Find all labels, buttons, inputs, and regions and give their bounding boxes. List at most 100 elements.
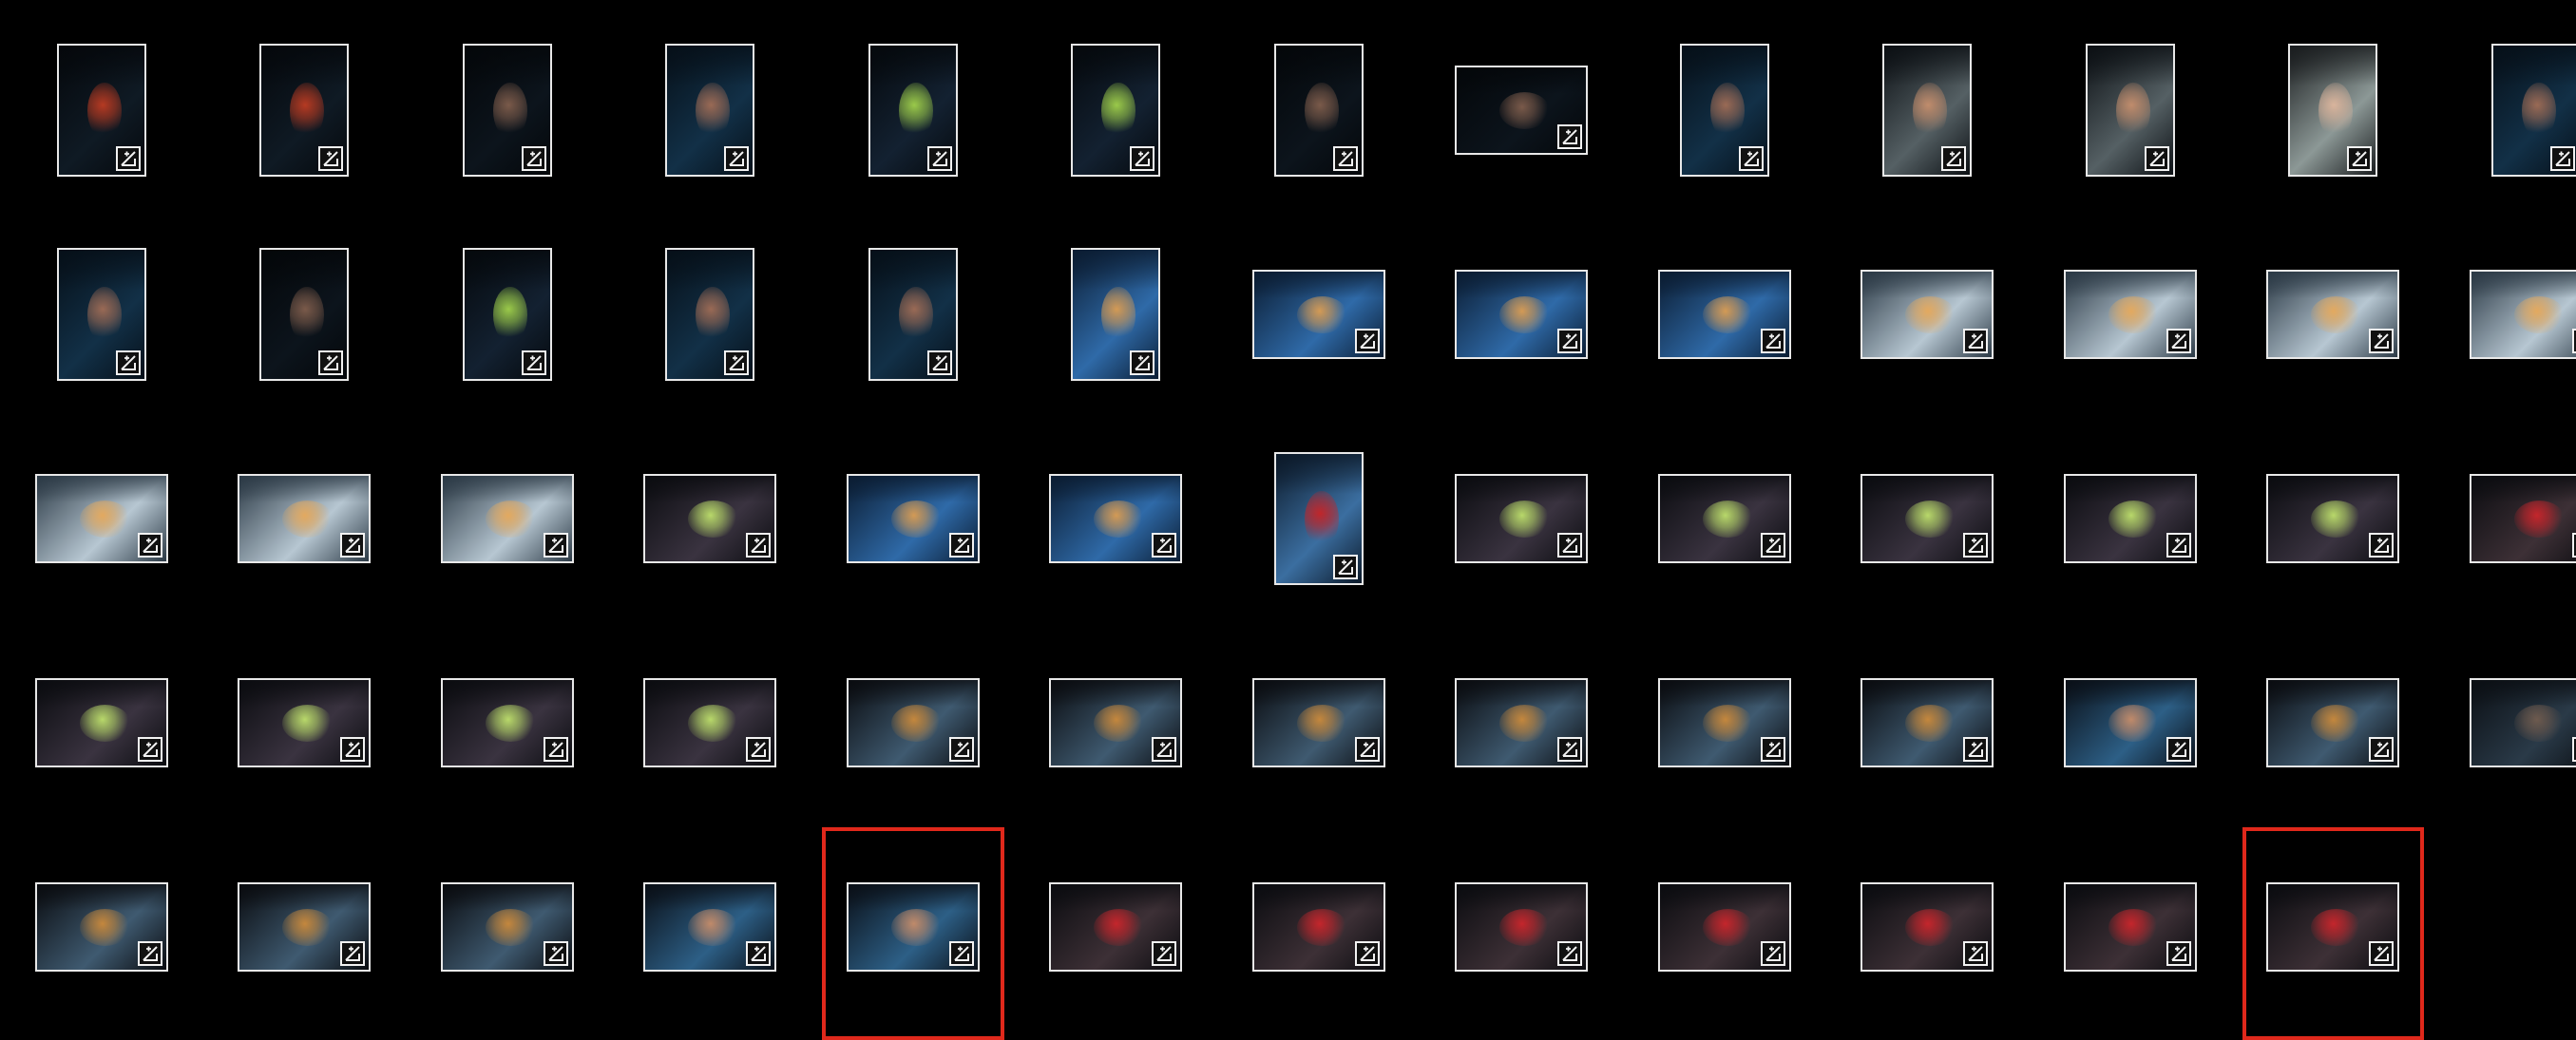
edit-adjust-icon[interactable] [1963, 532, 1989, 558]
edit-adjust-icon[interactable] [137, 532, 162, 558]
edit-adjust-icon[interactable] [1941, 145, 1967, 171]
edit-adjust-icon[interactable] [1738, 145, 1764, 171]
photo-thumbnail[interactable] [1049, 881, 1183, 972]
edit-adjust-icon[interactable] [948, 940, 974, 966]
photo-thumbnail[interactable] [238, 881, 372, 972]
photo-thumbnail[interactable] [643, 881, 777, 972]
edit-adjust-icon[interactable] [340, 940, 366, 966]
photo-thumbnail[interactable] [2469, 473, 2576, 563]
photo-thumbnail[interactable] [1455, 881, 1589, 972]
edit-adjust-icon[interactable] [1760, 328, 1785, 353]
edit-adjust-icon[interactable] [1152, 736, 1177, 762]
photo-thumbnail[interactable] [2490, 43, 2576, 177]
edit-adjust-icon[interactable] [926, 350, 952, 375]
edit-adjust-icon[interactable] [1557, 123, 1583, 149]
edit-adjust-icon[interactable] [1152, 940, 1177, 966]
edit-adjust-icon[interactable] [1760, 532, 1785, 558]
photo-thumbnail[interactable] [846, 473, 980, 563]
edit-adjust-icon[interactable] [115, 145, 141, 171]
photo-thumbnail[interactable] [238, 473, 372, 563]
edit-adjust-icon[interactable] [948, 736, 974, 762]
photo-thumbnail[interactable] [440, 473, 574, 563]
edit-adjust-icon[interactable] [724, 145, 750, 171]
edit-adjust-icon[interactable] [948, 532, 974, 558]
photo-thumbnail[interactable] [2266, 473, 2400, 563]
edit-adjust-icon[interactable] [543, 940, 568, 966]
edit-adjust-icon[interactable] [1557, 940, 1583, 966]
edit-adjust-icon[interactable] [543, 532, 568, 558]
photo-thumbnail[interactable] [2063, 677, 2197, 767]
photo-thumbnail[interactable] [2063, 473, 2197, 563]
photo-thumbnail[interactable] [1049, 473, 1183, 563]
edit-adjust-icon[interactable] [2347, 145, 2373, 171]
photo-thumbnail[interactable] [1657, 881, 1791, 972]
edit-adjust-icon[interactable] [2166, 736, 2191, 762]
photo-thumbnail[interactable] [1860, 677, 1994, 767]
edit-adjust-icon[interactable] [2571, 736, 2576, 762]
edit-adjust-icon[interactable] [746, 736, 772, 762]
photo-thumbnail[interactable] [462, 247, 552, 381]
edit-adjust-icon[interactable] [1963, 328, 1989, 353]
edit-adjust-icon[interactable] [521, 145, 546, 171]
photo-thumbnail[interactable] [34, 881, 168, 972]
edit-adjust-icon[interactable] [746, 532, 772, 558]
edit-adjust-icon[interactable] [2571, 532, 2576, 558]
photo-thumbnail[interactable] [1860, 881, 1994, 972]
photo-thumbnail[interactable] [1455, 65, 1589, 155]
photo-thumbnail[interactable] [1455, 677, 1589, 767]
edit-adjust-icon[interactable] [1963, 736, 1989, 762]
photo-thumbnail[interactable] [665, 43, 755, 177]
photo-thumbnail[interactable] [2266, 881, 2400, 972]
edit-adjust-icon[interactable] [1963, 940, 1989, 966]
photo-thumbnail[interactable] [2469, 269, 2576, 359]
edit-adjust-icon[interactable] [1760, 940, 1785, 966]
photo-thumbnail[interactable] [1657, 473, 1791, 563]
edit-adjust-icon[interactable] [2369, 736, 2395, 762]
edit-adjust-icon[interactable] [2369, 328, 2395, 353]
photo-thumbnail[interactable] [259, 43, 350, 177]
edit-adjust-icon[interactable] [1557, 736, 1583, 762]
photo-thumbnail[interactable] [643, 677, 777, 767]
edit-adjust-icon[interactable] [1332, 554, 1358, 579]
photo-thumbnail[interactable] [846, 677, 980, 767]
edit-adjust-icon[interactable] [724, 350, 750, 375]
photo-thumbnail[interactable] [1882, 43, 1973, 177]
photo-thumbnail[interactable] [238, 677, 372, 767]
edit-adjust-icon[interactable] [2549, 145, 2575, 171]
edit-adjust-icon[interactable] [340, 532, 366, 558]
photo-thumbnail[interactable] [2469, 677, 2576, 767]
photo-thumbnail[interactable] [1071, 247, 1161, 381]
photo-thumbnail[interactable] [56, 43, 146, 177]
edit-adjust-icon[interactable] [2166, 328, 2191, 353]
edit-adjust-icon[interactable] [1557, 328, 1583, 353]
edit-adjust-icon[interactable] [1152, 532, 1177, 558]
photo-thumbnail[interactable] [1657, 269, 1791, 359]
edit-adjust-icon[interactable] [1130, 145, 1155, 171]
photo-thumbnail[interactable] [665, 247, 755, 381]
photo-thumbnail[interactable] [868, 43, 958, 177]
photo-thumbnail[interactable] [1251, 269, 1385, 359]
photo-thumbnail[interactable] [1455, 269, 1589, 359]
photo-thumbnail[interactable] [1679, 43, 1769, 177]
photo-thumbnail[interactable] [1071, 43, 1161, 177]
edit-adjust-icon[interactable] [318, 145, 344, 171]
photo-thumbnail[interactable] [462, 43, 552, 177]
photo-thumbnail[interactable] [440, 881, 574, 972]
photo-thumbnail[interactable] [1657, 677, 1791, 767]
edit-adjust-icon[interactable] [2144, 145, 2169, 171]
photo-thumbnail[interactable] [2085, 43, 2175, 177]
photo-thumbnail[interactable] [1251, 881, 1385, 972]
photo-thumbnail[interactable] [868, 247, 958, 381]
photo-thumbnail[interactable] [2266, 677, 2400, 767]
edit-adjust-icon[interactable] [2571, 328, 2576, 353]
photo-thumbnail[interactable] [643, 473, 777, 563]
edit-adjust-icon[interactable] [1332, 145, 1358, 171]
photo-thumbnail[interactable] [2063, 881, 2197, 972]
edit-adjust-icon[interactable] [318, 350, 344, 375]
edit-adjust-icon[interactable] [137, 940, 162, 966]
photo-thumbnail[interactable] [1860, 269, 1994, 359]
photo-thumbnail[interactable] [440, 677, 574, 767]
edit-adjust-icon[interactable] [2369, 940, 2395, 966]
edit-adjust-icon[interactable] [1557, 532, 1583, 558]
edit-adjust-icon[interactable] [746, 940, 772, 966]
